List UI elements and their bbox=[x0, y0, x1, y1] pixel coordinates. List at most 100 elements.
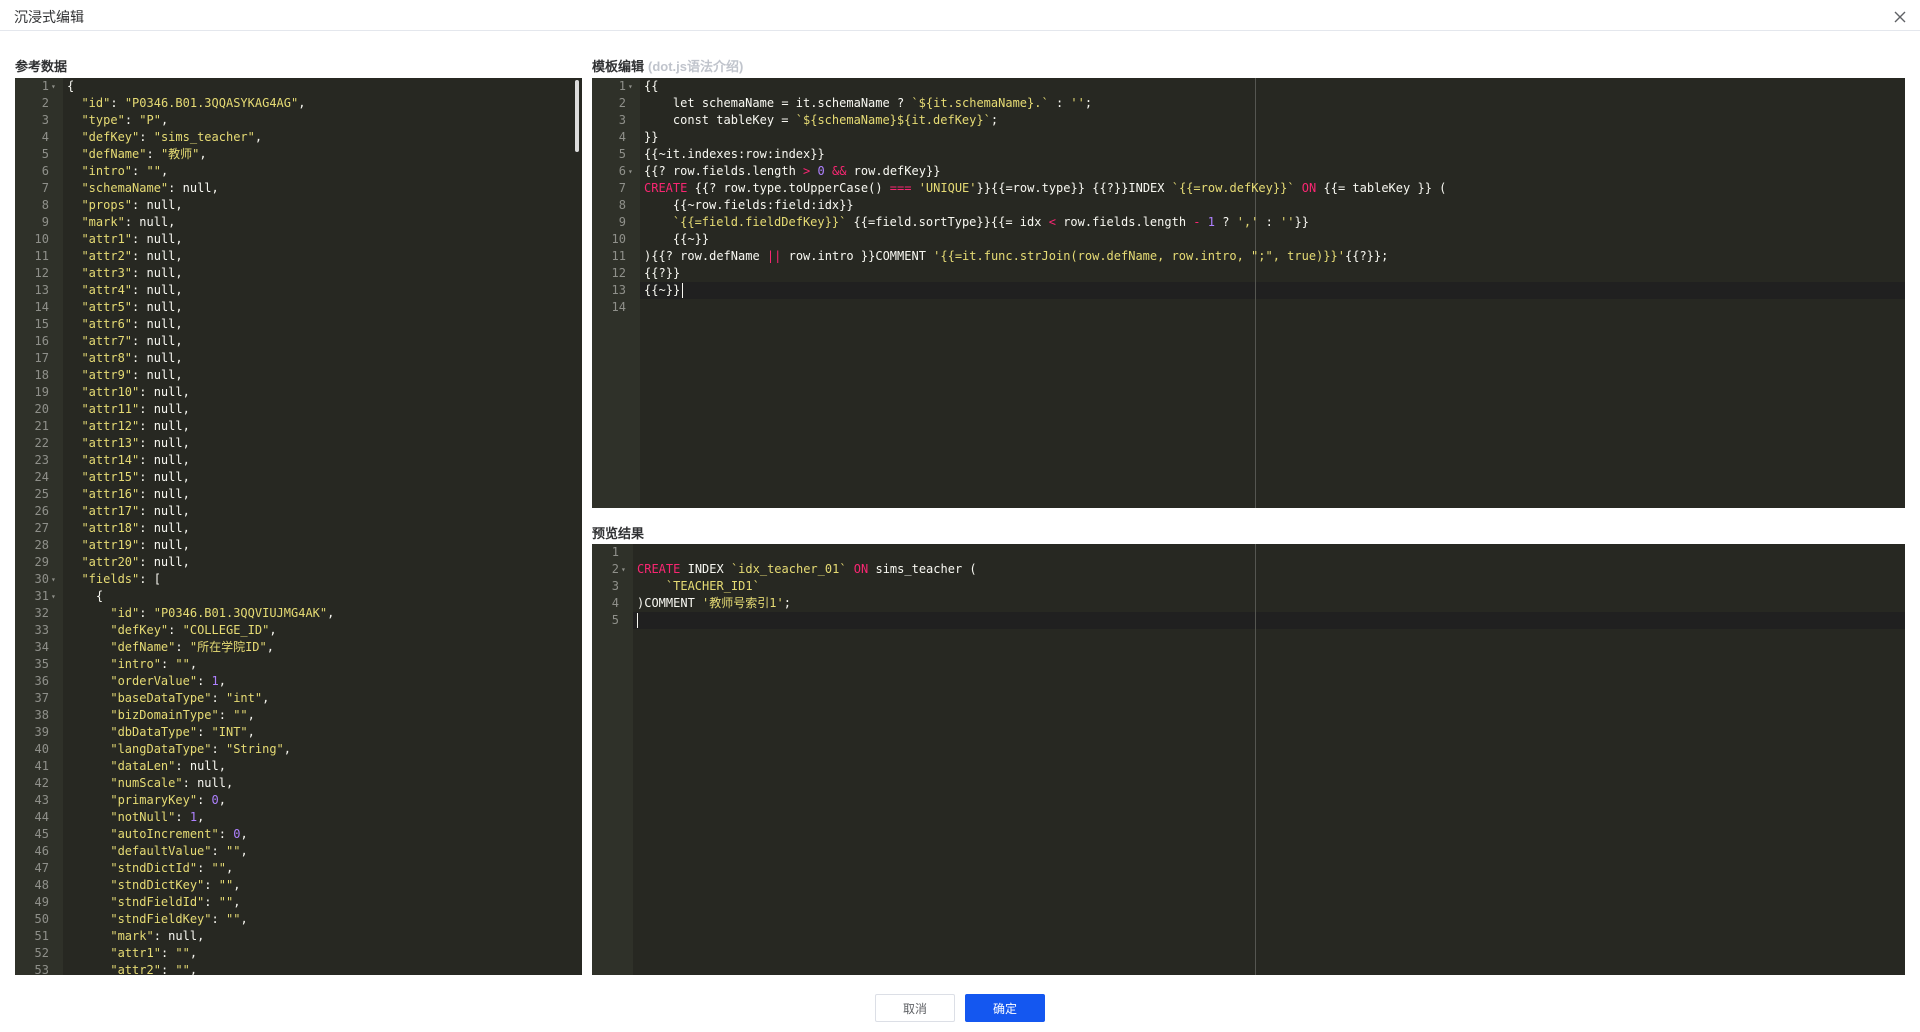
code-line: "attr2": "", bbox=[110, 963, 198, 975]
code-line: "id": "P0346.B01.3QQASYKAG4AG", bbox=[81, 96, 306, 110]
line-number: 30 bbox=[34, 572, 49, 586]
close-button[interactable] bbox=[1890, 7, 1910, 27]
line-number: 32 bbox=[34, 606, 49, 620]
line-number: 28 bbox=[34, 538, 49, 552]
line-number: 12 bbox=[34, 266, 49, 280]
fold-arrow-icon[interactable]: ▾ bbox=[628, 78, 633, 95]
preview-result-label: 预览结果 bbox=[592, 523, 644, 542]
line-number: 44 bbox=[34, 810, 49, 824]
code-line: "attr5": null, bbox=[81, 300, 183, 314]
fold-arrow-icon[interactable]: ▾ bbox=[621, 561, 626, 578]
code-line: "attr17": null, bbox=[81, 504, 190, 518]
template-edit-label: 模板编辑 (dot.js语法介绍) bbox=[592, 56, 743, 75]
code-line: const tableKey = `${schemaName}${it.defK… bbox=[672, 113, 999, 127]
preview-code-area[interactable]: CREATE INDEX `idx_teacher_01` ON sims_te… bbox=[633, 544, 1905, 975]
fold-arrow-icon[interactable]: ▾ bbox=[628, 163, 633, 180]
code-line: "intro": "", bbox=[110, 657, 198, 671]
code-line: "attr1": null, bbox=[81, 232, 183, 246]
template-code-area[interactable]: {{ let schemaName = it.schemaName ? `${i… bbox=[640, 78, 1905, 508]
code-line: "defaultValue": "", bbox=[110, 844, 248, 858]
code-line: "dbDataType": "INT", bbox=[110, 725, 255, 739]
line-number: 35 bbox=[34, 657, 49, 671]
line-number: 1 bbox=[618, 79, 626, 93]
code-line: "schemaName": null, bbox=[81, 181, 219, 195]
line-number: 10 bbox=[34, 232, 49, 246]
code-line: {{~row.fields:field:idx}} bbox=[672, 198, 854, 212]
dotjs-syntax-link[interactable]: (dot.js语法介绍) bbox=[648, 59, 743, 74]
line-number: 11 bbox=[34, 249, 49, 263]
code-line: "notNull": 1, bbox=[110, 810, 205, 824]
code-line: {{ bbox=[644, 79, 659, 93]
line-number: 52 bbox=[34, 946, 49, 960]
reference-data-label: 参考数据 bbox=[15, 56, 67, 75]
line-number: 13 bbox=[611, 283, 626, 297]
line-number: 8 bbox=[618, 198, 626, 212]
line-number: 40 bbox=[34, 742, 49, 756]
line-number: 19 bbox=[34, 385, 49, 399]
code-line: let schemaName = it.schemaName ? `${it.s… bbox=[672, 96, 1093, 110]
line-number: 37 bbox=[34, 691, 49, 705]
code-line: "stndDictKey": "", bbox=[110, 878, 241, 892]
line-number: 47 bbox=[34, 861, 49, 875]
template-editor[interactable]: 1 ▾ 2 3 4 5 6 ▾ 7 8 9 10 11 12 13 14{{ let schemaName =… bbox=[592, 78, 1905, 508]
code-line: "numScale": null, bbox=[110, 776, 234, 790]
code-line: "attr4": null, bbox=[81, 283, 183, 297]
code-line: )COMMENT '教师号索引1'; bbox=[637, 596, 791, 610]
reference-code-area[interactable]: { "id": "P0346.B01.3QQASYKAG4AG", "type"… bbox=[63, 78, 582, 975]
code-line: "attr15": null, bbox=[81, 470, 190, 484]
confirm-button[interactable]: 确定 bbox=[965, 994, 1045, 1022]
code-line: `{{=field.fieldDefKey}}` {{=field.sortTy… bbox=[672, 215, 1309, 229]
code-line: ){{? row.defName || row.intro }}COMMENT … bbox=[644, 249, 1389, 263]
cancel-button[interactable]: 取消 bbox=[875, 994, 955, 1022]
line-number: 9 bbox=[41, 215, 49, 229]
code-line: "attr8": null, bbox=[81, 351, 183, 365]
code-line: "orderValue": 1, bbox=[110, 674, 226, 688]
reference-data-editor[interactable]: 1 ▾ 2 3 4 5 6 7 8 9 10 11 12 13 14 15 16 17 18 19 20 21 22 23 24… bbox=[15, 78, 582, 975]
line-number: 9 bbox=[618, 215, 626, 229]
preview-editor[interactable]: 1 2 ▾ 3 4 5 CREATE INDEX `idx_teacher_01` ON s… bbox=[592, 544, 1905, 975]
code-line: "attr1": "", bbox=[110, 946, 198, 960]
line-number: 51 bbox=[34, 929, 49, 943]
code-line: {{~}} bbox=[672, 232, 710, 246]
code-line: "mark": null, bbox=[81, 215, 176, 229]
code-line: "attr20": null, bbox=[81, 555, 190, 569]
fold-arrow-icon[interactable]: ▾ bbox=[51, 571, 56, 588]
line-number: 3 bbox=[618, 113, 626, 127]
template-edit-label-text: 模板编辑 bbox=[592, 59, 645, 74]
code-line: "attr10": null, bbox=[81, 385, 190, 399]
line-number: 45 bbox=[34, 827, 49, 841]
code-line: "defName": "所在学院ID", bbox=[110, 640, 274, 654]
line-number: 2 bbox=[41, 96, 49, 110]
line-number: 4 bbox=[611, 596, 619, 610]
code-line: "defKey": "sims_teacher", bbox=[81, 130, 263, 144]
fold-arrow-icon[interactable]: ▾ bbox=[51, 78, 56, 95]
code-line: "attr14": null, bbox=[81, 453, 190, 467]
line-number: 4 bbox=[41, 130, 49, 144]
vertical-scrollbar[interactable] bbox=[575, 80, 579, 152]
line-number: 50 bbox=[34, 912, 49, 926]
line-number: 17 bbox=[34, 351, 49, 365]
line-number: 33 bbox=[34, 623, 49, 637]
print-margin bbox=[1255, 544, 1256, 975]
code-line: {{? row.fields.length > 0 && row.defKey}… bbox=[644, 164, 941, 178]
code-line: "defName": "教师", bbox=[81, 147, 207, 161]
code-line: CREATE INDEX `idx_teacher_01` ON sims_te… bbox=[637, 562, 977, 576]
code-line: "attr7": null, bbox=[81, 334, 183, 348]
line-number: 3 bbox=[41, 113, 49, 127]
code-line: "id": "P0346.B01.3QQVIUJMG4AK", bbox=[110, 606, 335, 620]
code-line: "mark": null, bbox=[110, 929, 205, 943]
code-line: "attr19": null, bbox=[81, 538, 190, 552]
active-line-highlight bbox=[633, 612, 1905, 629]
line-number: 22 bbox=[34, 436, 49, 450]
reference-line-gutter: 1 ▾ 2 3 4 5 6 7 8 9 10 11 12 13 14 15 16 17 18 19 20 21 22 23 24… bbox=[15, 78, 63, 975]
fold-arrow-icon[interactable]: ▾ bbox=[51, 588, 56, 605]
line-number: 3 bbox=[611, 579, 619, 593]
code-line: CREATE {{? row.type.toUpperCase() === 'U… bbox=[644, 181, 1447, 195]
code-line: "dataLen": null, bbox=[110, 759, 226, 773]
dialog-header: 沉浸式编辑 bbox=[0, 0, 1920, 31]
line-number: 42 bbox=[34, 776, 49, 790]
line-number: 18 bbox=[34, 368, 49, 382]
line-number: 5 bbox=[41, 147, 49, 161]
print-margin bbox=[1255, 78, 1256, 508]
code-line: "langDataType": "String", bbox=[110, 742, 292, 756]
